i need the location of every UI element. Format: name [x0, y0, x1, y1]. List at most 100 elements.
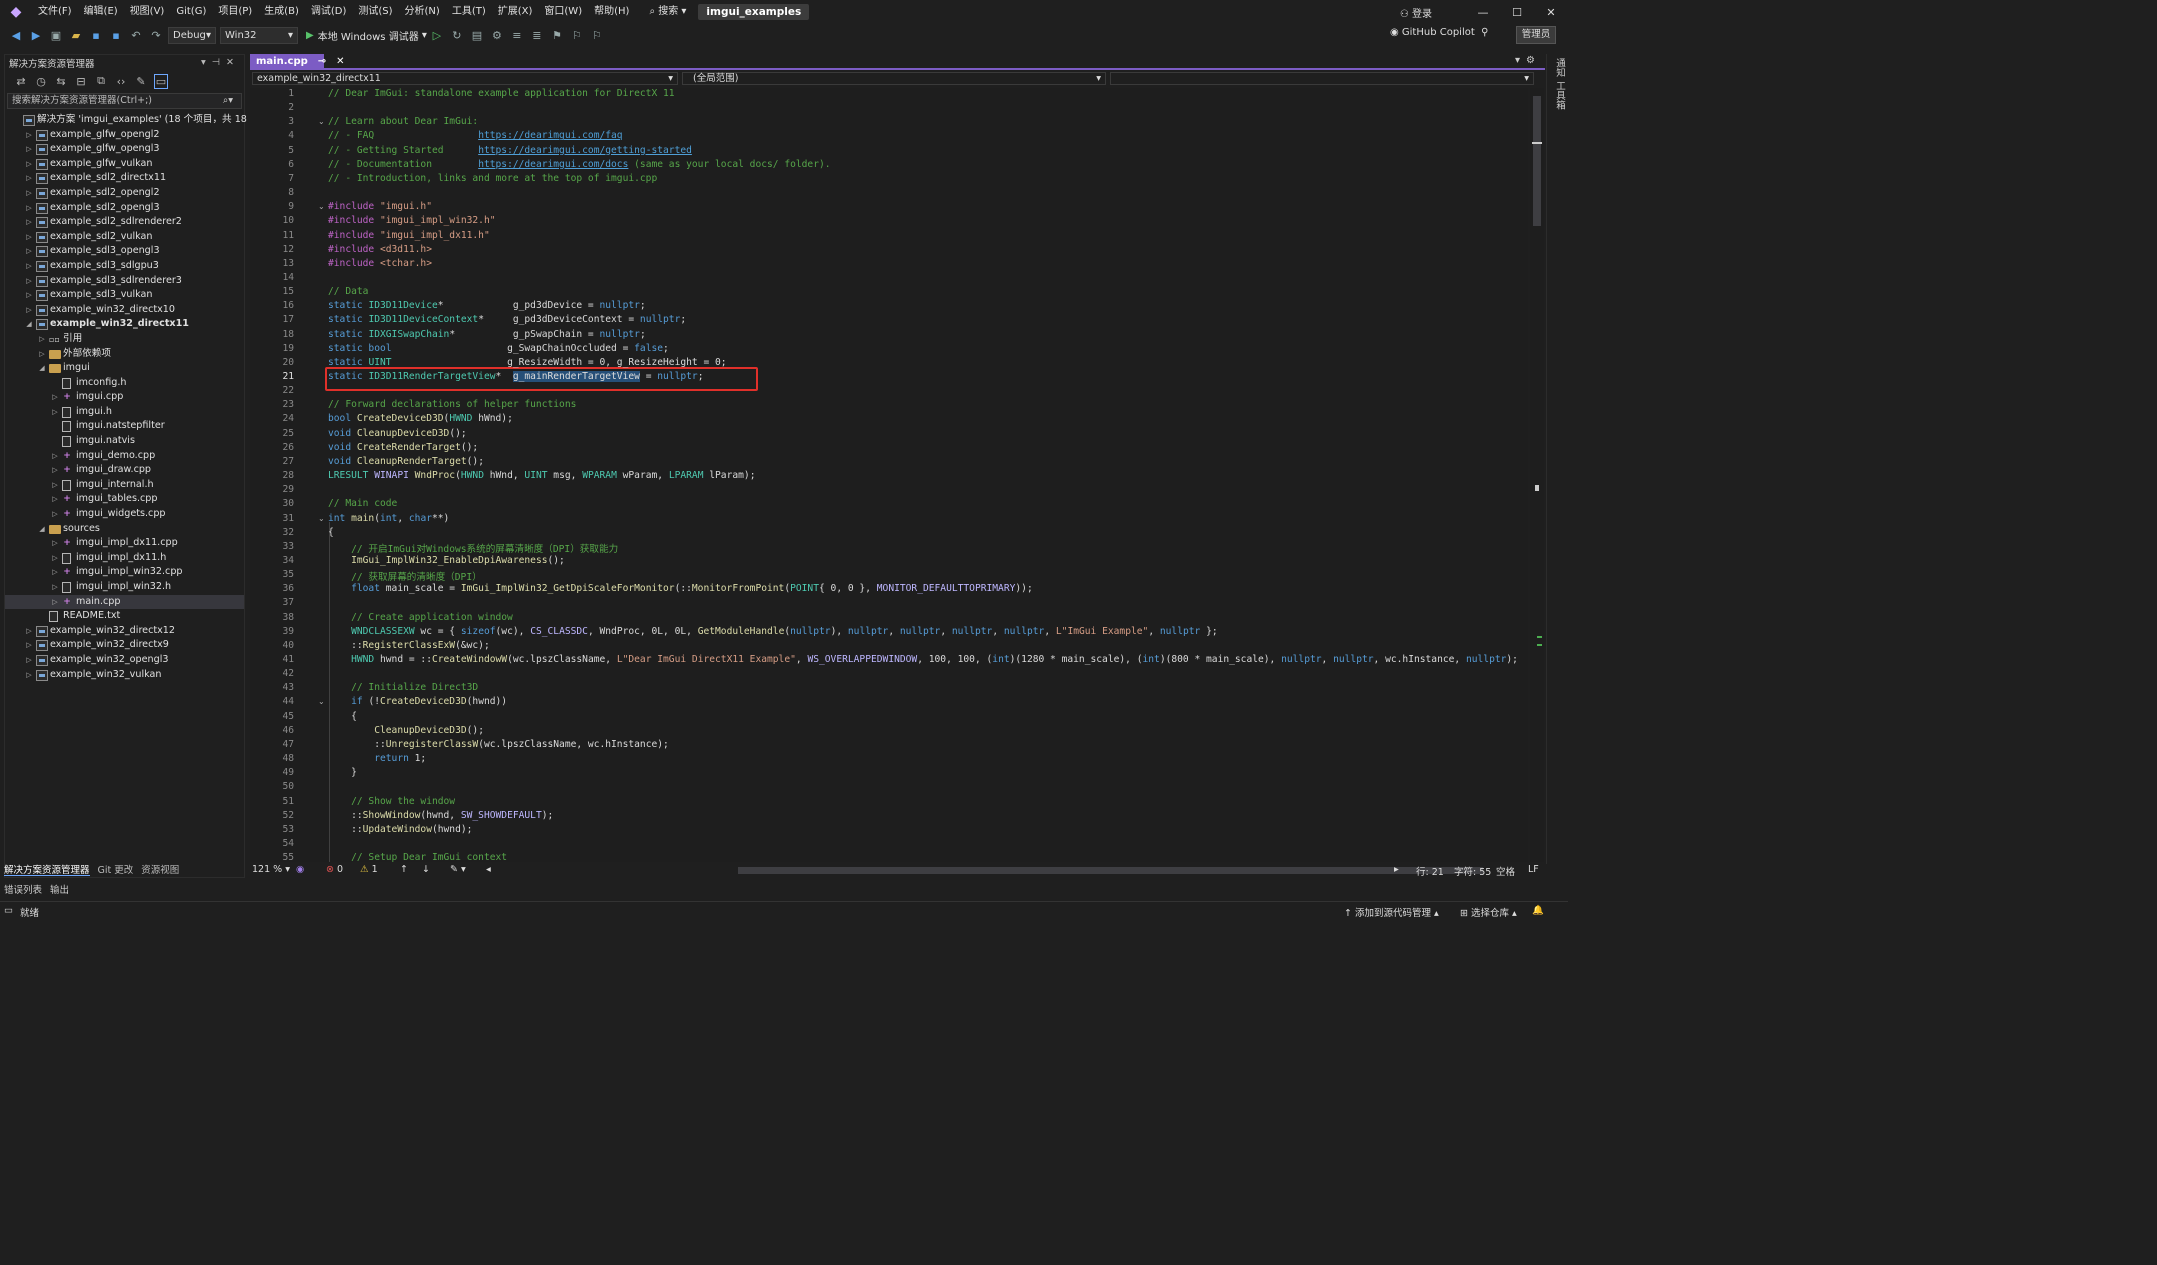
uncomment-icon[interactable]: ≣	[530, 29, 544, 42]
fold-toggle-icon[interactable]: ⌄	[318, 117, 325, 126]
tree-item[interactable]: ▷ + imgui.cpp	[5, 390, 244, 405]
notification-bell-icon[interactable]: 🔔	[1532, 905, 1544, 916]
config-select[interactable]: Debug ▾	[168, 26, 216, 44]
solution-search-input[interactable]: 搜索解决方案资源管理器(Ctrl+;) ⌕▾	[7, 93, 242, 109]
expand-arrow-icon[interactable]: ▷	[24, 201, 34, 216]
tree-item[interactable]: imgui.natstepfilter	[5, 419, 244, 434]
tree-item[interactable]: ▷ example_sdl2_opengl2	[5, 186, 244, 201]
tree-item[interactable]: ▷ ▫▫ 引用	[5, 332, 244, 347]
login-button[interactable]: ⚇ 登录	[1400, 5, 1432, 20]
properties-icon[interactable]: ✎	[134, 75, 148, 88]
expand-arrow-icon[interactable]: ▷	[24, 259, 34, 274]
tree-item[interactable]: ▷ + imgui_demo.cpp	[5, 449, 244, 464]
menu-item-5[interactable]: 生成(B)	[258, 0, 305, 24]
tree-item[interactable]: ▷ example_win32_opengl3	[5, 653, 244, 668]
tree-item[interactable]: ▷ + main.cpp	[5, 594, 244, 610]
collapse-all-icon[interactable]: ⊟	[74, 75, 88, 88]
tree-item[interactable]: ▷ example_sdl2_opengl3	[5, 201, 244, 216]
fold-toggle-icon[interactable]: ⌄	[318, 697, 325, 706]
code-line[interactable]: #include "imgui.h"	[328, 201, 432, 212]
code-line[interactable]: static bool g_SwapChainOccluded = false;	[328, 343, 669, 354]
tree-item[interactable]: imgui.natvis	[5, 434, 244, 449]
minimize-icon[interactable]: —	[1466, 6, 1500, 19]
expand-arrow-icon[interactable]: ▷	[24, 244, 34, 259]
code-line[interactable]: ImGui_ImplWin32_EnableDpiAwareness();	[328, 555, 565, 566]
menu-item-2[interactable]: 视图(V)	[124, 0, 171, 24]
code-line[interactable]: static UINT g_ResizeWidth = 0, g_ResizeH…	[328, 357, 727, 368]
expand-arrow-icon[interactable]: ▷	[24, 624, 34, 639]
tree-item[interactable]: ▷ 外部依赖项	[5, 347, 244, 362]
tab-overflow-icon[interactable]: ▾⚙	[1515, 55, 1541, 66]
menu-item-3[interactable]: Git(G)	[170, 0, 212, 24]
tree-item[interactable]: ▷ example_sdl2_directx11	[5, 171, 244, 186]
code-line[interactable]: #include <tchar.h>	[328, 258, 432, 269]
close-icon[interactable]: ✕	[1534, 6, 1568, 19]
code-line[interactable]: // - Getting Started https://dearimgui.c…	[328, 145, 692, 156]
scope-dropdown[interactable]: (全局范围) ▾	[682, 72, 1106, 85]
expand-arrow-icon[interactable]: ▷	[24, 638, 34, 653]
expand-arrow-icon[interactable]: ▷	[37, 347, 47, 362]
tree-item[interactable]: ▷ + imgui_impl_dx11.cpp	[5, 536, 244, 551]
tree-item[interactable]: ▷ + imgui_impl_win32.cpp	[5, 565, 244, 580]
tools-icon[interactable]: ⚙	[490, 29, 504, 42]
code-line[interactable]: // Forward declarations of helper functi…	[328, 399, 576, 410]
tree-item[interactable]: ▷ + imgui_draw.cpp	[5, 463, 244, 478]
code-line[interactable]: // Show the window	[328, 796, 455, 807]
tree-item[interactable]: ▷ imgui_internal.h	[5, 478, 244, 493]
code-line[interactable]: void CleanupRenderTarget();	[328, 456, 484, 467]
comment-icon[interactable]: ≡	[510, 29, 524, 42]
code-line[interactable]: void CleanupDeviceD3D();	[328, 428, 467, 439]
code-line[interactable]: void CreateRenderTarget();	[328, 442, 478, 453]
code-line[interactable]: {	[328, 711, 357, 722]
expand-arrow-icon[interactable]: ▷	[24, 653, 34, 668]
zoom-select[interactable]: 121 % ▾	[252, 864, 290, 875]
fold-toggle-icon[interactable]: ⌄	[318, 202, 325, 211]
code-line[interactable]: if (!CreateDeviceD3D(hwnd))	[328, 696, 507, 707]
menu-item-7[interactable]: 测试(S)	[352, 0, 398, 24]
code-line[interactable]: #include <d3d11.h>	[328, 244, 432, 255]
expand-arrow-icon[interactable]: ▷	[50, 565, 60, 580]
tree-item[interactable]: ▷ + imgui_tables.cpp	[5, 492, 244, 507]
tree-item[interactable]: ▷ imgui_impl_win32.h	[5, 580, 244, 595]
vertical-scrollbar[interactable]	[1530, 88, 1544, 862]
tree-item[interactable]: ▷ example_win32_directx10	[5, 303, 244, 318]
expand-arrow-icon[interactable]: ▷	[24, 171, 34, 186]
tab-main-cpp[interactable]: main.cpp ⊸ ✕	[250, 54, 345, 70]
tree-item[interactable]: ▷ + imgui_widgets.cpp	[5, 507, 244, 522]
intellisense-icon[interactable]: ✎ ▾	[450, 864, 466, 875]
menu-item-1[interactable]: 编辑(E)	[78, 0, 124, 24]
code-line[interactable]: // - Introduction, links and more at the…	[328, 173, 657, 184]
code-icon[interactable]: ‹›	[114, 75, 128, 88]
bookmark-icon[interactable]: ⚑	[550, 29, 564, 42]
panel-controls[interactable]: ▾⊣✕	[201, 57, 240, 68]
maximize-icon[interactable]: ☐	[1500, 6, 1534, 19]
tree-item[interactable]: ◢ example_win32_directx11	[5, 317, 244, 332]
history-icon[interactable]: ◷	[34, 75, 48, 88]
eol-indicator[interactable]: LF	[1528, 864, 1539, 875]
expand-arrow-icon[interactable]: ▷	[50, 580, 60, 595]
tree-item[interactable]: ▷ example_glfw_opengl2	[5, 128, 244, 143]
show-all-files-icon[interactable]: ⧉	[94, 74, 108, 88]
nav-up-icon[interactable]: ↑	[400, 864, 408, 875]
tree-item[interactable]: ▷ example_sdl2_vulkan	[5, 230, 244, 245]
github-copilot-button[interactable]: ◉ GitHub Copilot ⚲	[1390, 27, 1488, 38]
code-line[interactable]: #include "imgui_impl_win32.h"	[328, 215, 496, 226]
tree-item[interactable]: imconfig.h	[5, 376, 244, 391]
code-line[interactable]: // Create application window	[328, 612, 513, 623]
menu-item-0[interactable]: 文件(F)	[32, 0, 78, 24]
tree-item[interactable]: ▷ example_sdl2_sdlrenderer2	[5, 215, 244, 230]
open-folder-icon[interactable]: ▰	[69, 29, 83, 42]
project-dropdown[interactable]: example_win32_directx11 ▾	[252, 72, 678, 85]
menu-item-10[interactable]: 扩展(X)	[492, 0, 539, 24]
code-line[interactable]: {	[328, 527, 334, 538]
expand-arrow-icon[interactable]: ▷	[50, 507, 60, 522]
code-line[interactable]: ::ShowWindow(hwnd, SW_SHOWDEFAULT);	[328, 810, 553, 821]
code-line[interactable]: WNDCLASSEXW wc = { sizeof(wc), CS_CLASSD…	[328, 626, 1218, 637]
expand-arrow-icon[interactable]: ▷	[24, 230, 34, 245]
expand-arrow-icon[interactable]: ▷	[24, 215, 34, 230]
tab-output[interactable]: 输出	[50, 882, 69, 896]
bookmark-prev-icon[interactable]: ⚐	[570, 29, 584, 42]
code-line[interactable]: static ID3D11RenderTargetView* g_mainRen…	[328, 371, 703, 382]
notifications-tab[interactable]: 通知	[1552, 58, 1566, 77]
expand-arrow-icon[interactable]: ▷	[50, 390, 60, 405]
